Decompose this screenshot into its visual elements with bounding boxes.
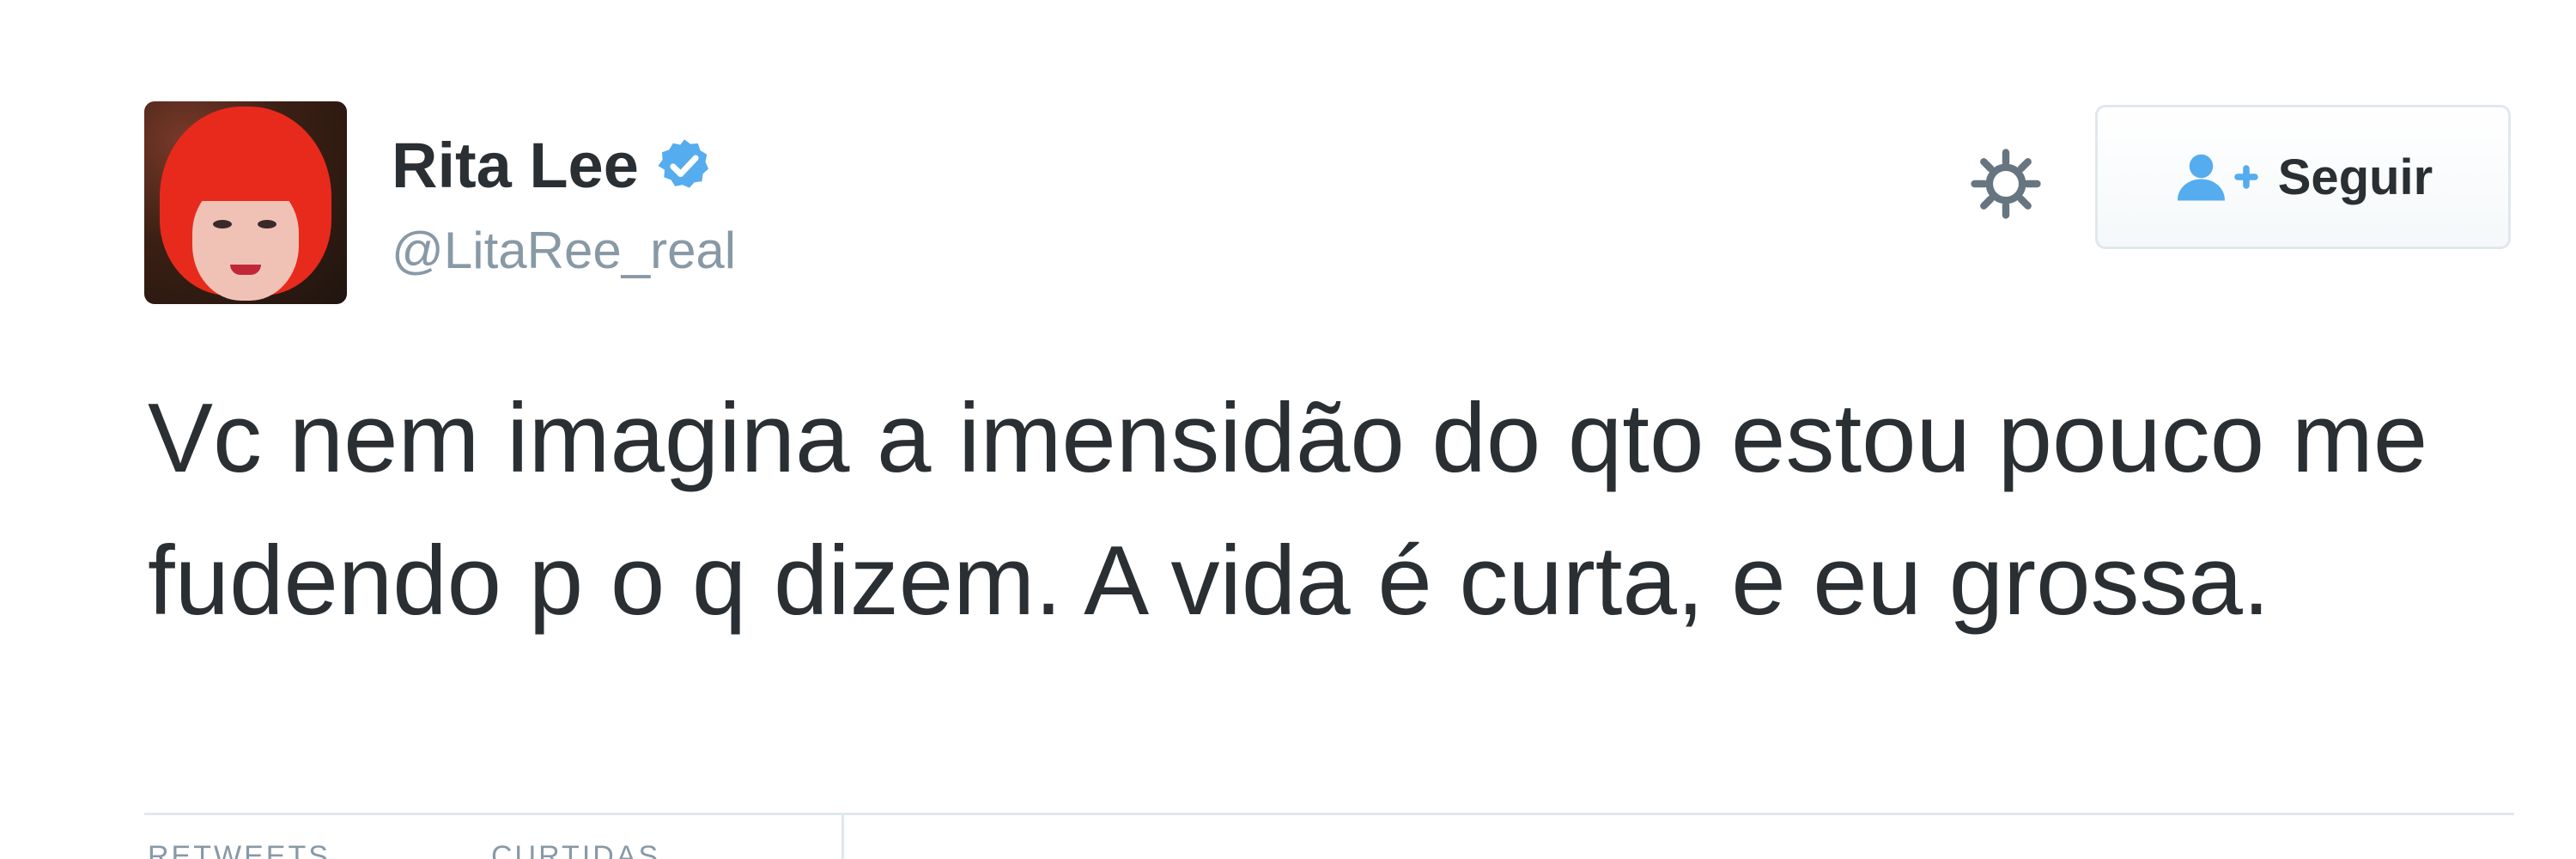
avatar-eye-left — [213, 220, 232, 228]
author-handle[interactable]: @LitaRee_real — [392, 225, 736, 277]
follow-button-label: Seguir — [2277, 149, 2433, 205]
tweet-text: Vc nem imagina a imensidão do qto estou … — [148, 384, 2428, 636]
author-display-name[interactable]: Rita Lee — [392, 134, 639, 198]
retweets-stat-label[interactable]: RETWEETS — [148, 842, 331, 859]
likes-stat-label[interactable]: CURTIDAS — [491, 842, 660, 859]
verified-badge-icon — [658, 139, 708, 188]
follow-user-icon — [2177, 154, 2258, 201]
avatar-bangs — [179, 136, 313, 201]
stats-vertical-divider — [841, 813, 844, 859]
gear-icon[interactable] — [1966, 144, 2045, 223]
author-name-row[interactable]: Rita Lee — [392, 134, 714, 198]
follow-button[interactable]: Seguir — [2095, 105, 2511, 249]
avatar[interactable] — [144, 101, 347, 304]
avatar-eye-right — [258, 220, 276, 228]
stats-divider-line — [144, 813, 2514, 815]
